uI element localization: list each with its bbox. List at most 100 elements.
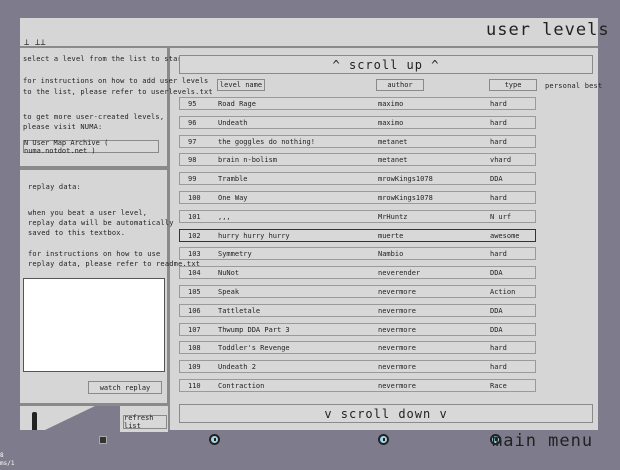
level-type: hard	[490, 250, 507, 259]
replay-line-1: when you beat a user level,	[28, 209, 148, 217]
ninja-figure-icon	[32, 412, 37, 430]
level-num: 98	[188, 156, 197, 165]
level-num: 96	[188, 118, 197, 127]
level-type: DDA	[490, 306, 503, 315]
replay-title: replay data:	[28, 183, 81, 191]
ninja-logo-icon: ⊥ ⊥⊥	[24, 38, 46, 48]
level-name: hurry hurry hurry	[218, 231, 290, 240]
level-name: the goggles do nothing!	[218, 137, 315, 146]
level-name: Contraction	[218, 382, 265, 390]
level-author: nevermore	[378, 344, 416, 353]
fps-line-1: 8	[0, 452, 4, 459]
column-header-level-name[interactable]: level name	[217, 79, 265, 91]
level-author: mrowKings1078	[378, 194, 433, 202]
watch-replay-button[interactable]: watch replay	[88, 381, 162, 394]
level-name: ,,,	[218, 212, 231, 221]
column-header-type[interactable]: type	[489, 79, 537, 91]
level-row[interactable]: 110 Contraction nevermore Race	[179, 379, 536, 392]
page-title: user levels	[486, 20, 610, 40]
level-num: 99	[188, 175, 197, 184]
level-type: hard	[490, 363, 507, 372]
level-type: Race	[490, 382, 507, 390]
level-name: Symmetry	[218, 250, 252, 259]
level-row[interactable]: 99 Tramble mrowKings1078 DDA	[179, 172, 536, 186]
level-name: One Way	[218, 194, 248, 202]
level-type: hard	[490, 344, 507, 353]
replay-textbox[interactable]	[23, 278, 165, 372]
level-name: Tramble	[218, 175, 248, 184]
level-row[interactable]: 104 NuNot neverender DDA	[179, 266, 536, 280]
level-author: Nambio	[378, 250, 404, 259]
level-author: metanet	[378, 156, 408, 165]
level-num: 97	[188, 137, 197, 146]
level-author: metanet	[378, 137, 408, 146]
level-author: nevermore	[378, 382, 416, 390]
level-name: Thwump DDA Part 3	[218, 325, 290, 334]
level-row[interactable]: 107 Thwump DDA Part 3 nevermore DDA	[179, 322, 536, 336]
column-header-personal-best: personal best	[545, 82, 603, 90]
level-author: neverender	[378, 269, 421, 278]
ball-left-icon	[209, 434, 220, 445]
level-author: nevermore	[378, 306, 416, 315]
level-num: 103	[188, 250, 201, 259]
level-type: hard	[490, 100, 507, 108]
level-num: 109	[188, 363, 201, 372]
level-row[interactable]: 100 One Way mrowKings1078 hard	[179, 191, 536, 204]
level-name: Road Rage	[218, 100, 256, 108]
level-num: 108	[188, 344, 201, 353]
column-header-author[interactable]: author	[376, 79, 424, 91]
level-row[interactable]: 102 hurry hurry hurry muerte awesome	[179, 228, 536, 242]
level-row[interactable]: 101,,, MrHuntz N urf	[179, 209, 536, 223]
level-row[interactable]: 105 Speak nevermore Action	[179, 285, 536, 298]
level-num: 110	[188, 382, 201, 390]
instructions-line-3: to the list, please refer to userlevels.…	[23, 88, 213, 96]
level-author: nevermore	[378, 363, 416, 372]
level-name: Tattletale	[218, 306, 261, 315]
replay-line-3: saved to this textbox.	[28, 229, 126, 237]
level-author: muerte	[378, 231, 404, 240]
level-num: 104	[188, 269, 201, 278]
refresh-list-button[interactable]: refresh list	[123, 414, 167, 430]
level-author: mrowKings1078	[378, 175, 433, 184]
level-row[interactable]: 103 Symmetry Nambio hard	[179, 247, 536, 261]
level-name: brain n-bolism	[218, 156, 278, 165]
replay-line-4: for instructions on how to use	[28, 250, 161, 258]
level-row[interactable]: 109 Undeath 2 nevermore hard	[179, 360, 536, 374]
level-author: nevermore	[378, 325, 416, 334]
level-type: hard	[490, 137, 507, 146]
level-num: 95	[188, 100, 197, 108]
level-row[interactable]: 96 Undeath maximo hard	[179, 115, 536, 129]
replay-line-2: replay data will be automatically	[28, 219, 174, 227]
level-type: hard	[490, 194, 507, 202]
replay-line-5: replay data, please refer to readme.txt	[28, 260, 201, 268]
level-name: NuNot	[218, 269, 240, 278]
scroll-up-button[interactable]: ^ scroll up ^	[179, 55, 593, 74]
level-type: awesome	[490, 231, 520, 240]
fps-line-2: ms/1	[0, 460, 15, 467]
small-square-icon	[99, 436, 107, 444]
level-num: 107	[188, 325, 201, 334]
level-num: 101	[188, 212, 201, 221]
level-name: Toddler's Revenge	[218, 344, 290, 353]
level-author: nevermore	[378, 288, 416, 296]
level-type: hard	[490, 118, 507, 127]
level-row[interactable]: 95 Road Rage maximo hard	[179, 97, 536, 110]
level-author: maximo	[378, 100, 404, 108]
scroll-down-button[interactable]: v scroll down v	[179, 404, 593, 423]
level-row[interactable]: 108 Toddler's Revenge nevermore hard	[179, 341, 536, 355]
level-name: Undeath 2	[218, 363, 256, 372]
level-type: DDA	[490, 175, 503, 184]
numa-archive-button[interactable]: N User Map Archive ( numa.notdot.net )	[23, 139, 159, 155]
level-num: 106	[188, 306, 201, 315]
level-row[interactable]: 97 the goggles do nothing! metanet hard	[179, 134, 536, 148]
level-num: 102	[188, 231, 201, 240]
level-type: DDA	[490, 269, 503, 278]
level-row[interactable]: 98 brain n-bolism metanet vhard	[179, 153, 536, 167]
level-row[interactable]: 106 Tattletale nevermore DDA	[179, 303, 536, 317]
instructions-line-4: to get more user-created levels,	[23, 113, 165, 121]
level-name: Speak	[218, 288, 240, 296]
main-menu-button[interactable]: main menu	[492, 431, 593, 451]
level-num: 105	[188, 288, 201, 296]
level-type: DDA	[490, 325, 503, 334]
level-type: Action	[490, 288, 516, 296]
